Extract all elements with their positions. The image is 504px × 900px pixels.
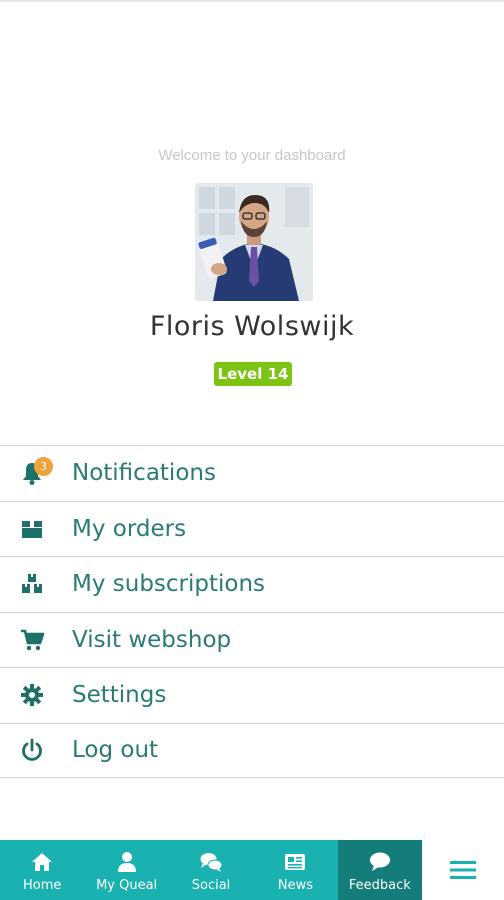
tab-label: Social <box>191 878 231 893</box>
menu-item-notifications[interactable]: 3 Notifications <box>0 445 504 501</box>
menu-item-label: Notifications <box>72 460 216 487</box>
gear-icon <box>19 682 45 708</box>
menu-item-label: Log out <box>72 737 159 764</box>
tab-home[interactable]: Home <box>0 840 84 900</box>
level-badge: Level 14 <box>214 362 292 386</box>
tab-social[interactable]: Social <box>169 840 253 900</box>
boxes-icon <box>19 571 45 597</box>
hamburger-icon <box>450 861 476 879</box>
menu-item-label: Visit webshop <box>72 626 232 653</box>
tab-feedback[interactable]: Feedback <box>337 840 423 900</box>
box-icon <box>19 516 45 542</box>
tab-label: My Queal <box>96 878 158 893</box>
user-icon <box>117 852 136 872</box>
cart-icon <box>19 627 45 653</box>
avatar[interactable] <box>195 183 313 301</box>
menu-item-visit-webshop[interactable]: Visit webshop <box>0 611 504 668</box>
menu-item-label: Settings <box>72 682 167 709</box>
dashboard-menu: 3 Notifications My orders My subscriptio… <box>0 445 504 778</box>
menu-item-label: My orders <box>72 515 187 542</box>
menu-item-settings[interactable]: Settings <box>0 667 504 723</box>
user-name: Floris Wolswijk <box>149 311 355 342</box>
tab-news[interactable]: News <box>253 840 337 900</box>
notification-count-badge: 3 <box>34 457 53 476</box>
menu-item-log-out[interactable]: Log out <box>0 722 504 778</box>
chat-bubbles-icon <box>200 853 223 872</box>
tab-my-queal[interactable]: My Queal <box>84 840 168 900</box>
hamburger-menu-button[interactable] <box>422 840 504 900</box>
bottom-nav: Home My Queal Social News Feedback <box>0 840 504 900</box>
newspaper-icon <box>285 854 306 870</box>
menu-item-my-orders[interactable]: My orders <box>0 500 504 557</box>
tab-label: News <box>277 878 313 893</box>
power-icon <box>19 737 45 763</box>
home-icon <box>32 853 53 871</box>
nav-tabs: Home My Queal Social News Feedback <box>0 840 423 900</box>
tab-label: Home <box>23 878 62 893</box>
speech-bubble-icon <box>369 852 390 871</box>
top-divider <box>0 0 504 2</box>
tab-label: Feedback <box>348 878 411 893</box>
menu-item-my-subscriptions[interactable]: My subscriptions <box>0 556 504 612</box>
menu-item-label: My subscriptions <box>72 571 266 598</box>
welcome-text: Welcome to your dashboard <box>158 147 346 164</box>
